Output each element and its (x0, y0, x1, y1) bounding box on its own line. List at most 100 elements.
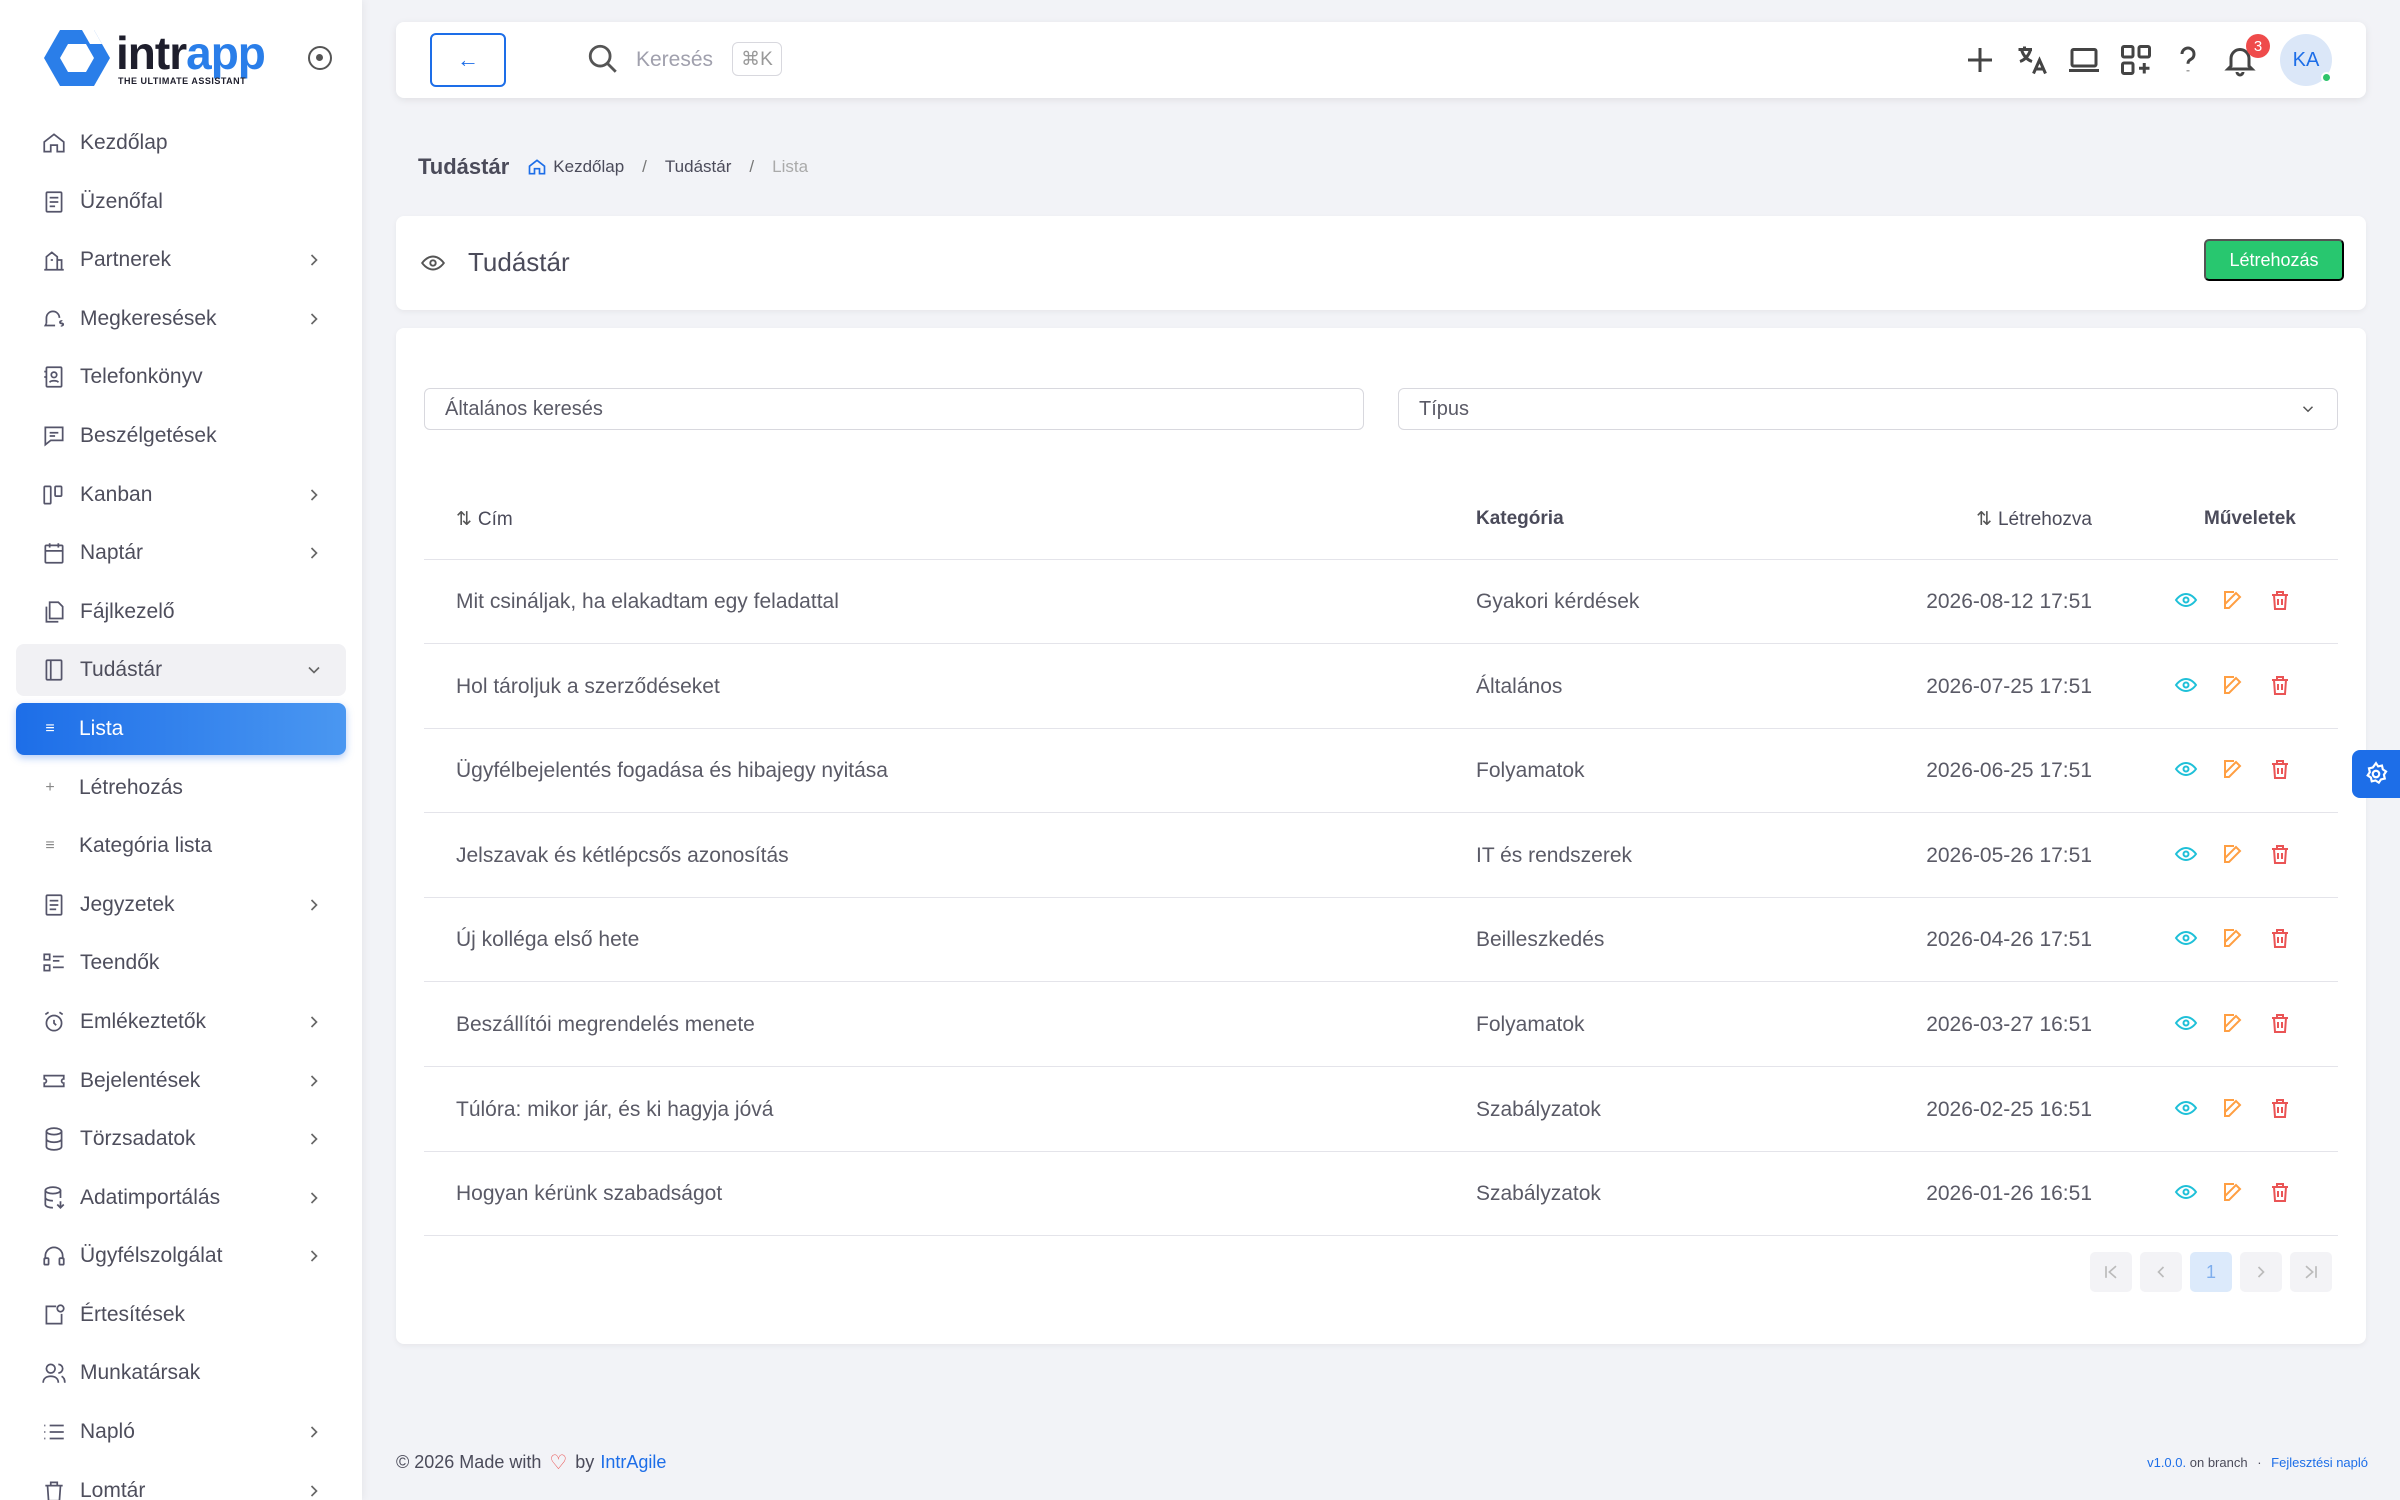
row-actions (2174, 673, 2315, 699)
help-icon[interactable] (2170, 42, 2206, 78)
row-title[interactable]: Mit csináljak, ha elakadtam egy feladatt… (456, 590, 839, 614)
sidebar-item-jegyzetek[interactable]: Jegyzetek (16, 879, 346, 931)
delete-icon[interactable] (2268, 1011, 2294, 1037)
row-category: Beilleszkedés (1476, 928, 1605, 952)
row-title[interactable]: Jelszavak és kétlépcsős azonosítás (456, 844, 789, 868)
edit-icon[interactable] (2221, 1096, 2247, 1122)
last-page-button[interactable] (2290, 1252, 2332, 1292)
type-select[interactable]: Típus (1398, 388, 2338, 430)
apps-grid-icon[interactable] (2118, 42, 2154, 78)
view-icon[interactable] (2174, 926, 2200, 952)
sidebar-item-label: Jegyzetek (80, 892, 175, 916)
sidebar-item-kanban[interactable]: Kanban (16, 469, 346, 521)
sidebar-item-lomtár[interactable]: Lomtár (16, 1465, 346, 1500)
delete-icon[interactable] (2268, 1180, 2294, 1206)
row-title[interactable]: Beszállítói megrendelés menete (456, 1013, 755, 1037)
row-title[interactable]: Ügyfélbejelentés fogadása és hibajegy ny… (456, 759, 888, 783)
row-title[interactable]: Hogyan kérünk szabadságot (456, 1182, 722, 1206)
sidebar-item-létrehozás[interactable]: + Létrehozás (16, 762, 346, 814)
sidebar-item-adatimportálás[interactable]: Adatimportálás (16, 1172, 346, 1224)
delete-icon[interactable] (2268, 757, 2294, 783)
delete-icon[interactable] (2268, 673, 2294, 699)
row-actions (2174, 1096, 2315, 1122)
column-header-created[interactable]: ⇅ Létrehozva (1976, 508, 2092, 531)
dev-log-link[interactable]: Fejlesztési napló (2271, 1455, 2368, 1470)
sidebar-item-label: Kezdőlap (80, 131, 168, 154)
sidebar-item-megkeresések[interactable]: Megkeresések (16, 293, 346, 345)
edit-icon[interactable] (2221, 757, 2247, 783)
edit-icon[interactable] (2221, 842, 2247, 868)
view-icon[interactable] (2174, 842, 2200, 868)
prev-page-button[interactable] (2140, 1252, 2182, 1292)
app-logo[interactable]: intrapp THE ULTIMATE ASSISTANT (42, 26, 266, 90)
view-icon[interactable] (2174, 1180, 2200, 1206)
sidebar-item-beszélgetések[interactable]: Beszélgetések (16, 410, 346, 462)
delete-icon[interactable] (2268, 588, 2294, 614)
sidebar-item-üzenőfal[interactable]: Üzenőfal (16, 176, 346, 228)
breadcrumb-home-link[interactable]: Kezdőlap (527, 157, 624, 177)
back-button[interactable]: ← (430, 33, 506, 87)
create-button[interactable]: Létrehozás (2204, 239, 2344, 281)
row-title[interactable]: Hol tároljuk a szerződéseket (456, 675, 720, 699)
sidebar-item-emlékeztetők[interactable]: Emlékeztetők (16, 996, 346, 1048)
delete-icon[interactable] (2268, 926, 2294, 952)
sidebar-item-kategória-lista[interactable]: ≡ Kategória lista (16, 820, 346, 872)
delete-icon[interactable] (2268, 842, 2294, 868)
view-icon[interactable] (2174, 673, 2200, 699)
first-page-button[interactable] (2090, 1252, 2132, 1292)
ticket-icon (41, 1068, 67, 1094)
row-created: 2026-04-26 17:51 (1926, 928, 2092, 952)
edit-icon[interactable] (2221, 1180, 2247, 1206)
sidebar-item-lista[interactable]: ≡ Lista (16, 702, 346, 755)
footer-brand-link[interactable]: IntrAgile (600, 1452, 666, 1473)
footer-version: v1.0.0. on branch · Fejlesztési napló (2147, 1455, 2368, 1470)
row-created: 2026-02-25 16:51 (1926, 1097, 2092, 1121)
breadcrumb-section-link[interactable]: Tudástár (665, 157, 731, 177)
sidebar-item-fájlkezelő[interactable]: Fájlkezelő (16, 586, 346, 638)
sidebar-item-kezdőlap[interactable]: Kezdőlap (16, 117, 346, 169)
pagination: 1 (2090, 1252, 2340, 1292)
kanban-icon (41, 482, 67, 508)
sidebar-item-értesítések[interactable]: Értesítések (16, 1289, 346, 1341)
sidebar-item-ügyfélszolgálat[interactable]: Ügyfélszolgálat (16, 1230, 346, 1282)
edit-icon[interactable] (2221, 673, 2247, 699)
row-title[interactable]: Új kolléga első hete (456, 928, 639, 952)
column-header-title[interactable]: ⇅ Cím (456, 508, 513, 531)
database-icon (41, 1126, 67, 1152)
sidebar-item-teendők[interactable]: Teendők (16, 937, 346, 989)
translate-icon[interactable] (2014, 42, 2050, 78)
search-icon[interactable] (586, 42, 620, 76)
row-actions (2174, 926, 2315, 952)
alarm-icon (41, 1009, 67, 1035)
version-link[interactable]: v1.0.0. (2147, 1455, 2186, 1470)
next-page-button[interactable] (2240, 1252, 2282, 1292)
edit-icon[interactable] (2221, 926, 2247, 952)
view-icon[interactable] (2174, 1011, 2200, 1037)
plus-icon[interactable] (1962, 42, 1998, 78)
sidebar-item-partnerek[interactable]: Partnerek (16, 234, 346, 286)
delete-icon[interactable] (2268, 1096, 2294, 1122)
view-icon[interactable] (2174, 1096, 2200, 1122)
row-title[interactable]: Túlóra: mikor jár, és ki hagyja jóvá (456, 1098, 773, 1122)
row-category: Általános (1476, 674, 1563, 698)
sidebar-toggle-icon[interactable] (308, 46, 332, 70)
laptop-icon[interactable] (2066, 42, 2102, 78)
sidebar-item-bejelentések[interactable]: Bejelentések (16, 1055, 346, 1107)
search-input[interactable]: Keresés (636, 48, 713, 72)
sidebar-item-label: Adatimportálás (80, 1185, 221, 1209)
sidebar-item-tudástár[interactable]: Tudástár (16, 644, 346, 697)
footer-copyright: © 2026 Made with (396, 1452, 542, 1472)
general-search-input[interactable]: Általános keresés (424, 388, 1364, 430)
sidebar-item-napló[interactable]: Napló (16, 1406, 346, 1458)
customizer-toggle[interactable] (2352, 750, 2400, 798)
view-icon[interactable] (2174, 588, 2200, 614)
sidebar-item-munkatársak[interactable]: Munkatársak (16, 1347, 346, 1399)
edit-icon[interactable] (2221, 588, 2247, 614)
page-number-button[interactable]: 1 (2190, 1252, 2232, 1292)
view-icon[interactable] (2174, 757, 2200, 783)
sidebar-item-naptár[interactable]: Naptár (16, 527, 346, 579)
sidebar-item-telefonkönyv[interactable]: Telefonkönyv (16, 351, 346, 403)
sidebar-item-törzsadatok[interactable]: Törzsadatok (16, 1113, 346, 1165)
row-actions (2174, 757, 2315, 783)
edit-icon[interactable] (2221, 1011, 2247, 1037)
